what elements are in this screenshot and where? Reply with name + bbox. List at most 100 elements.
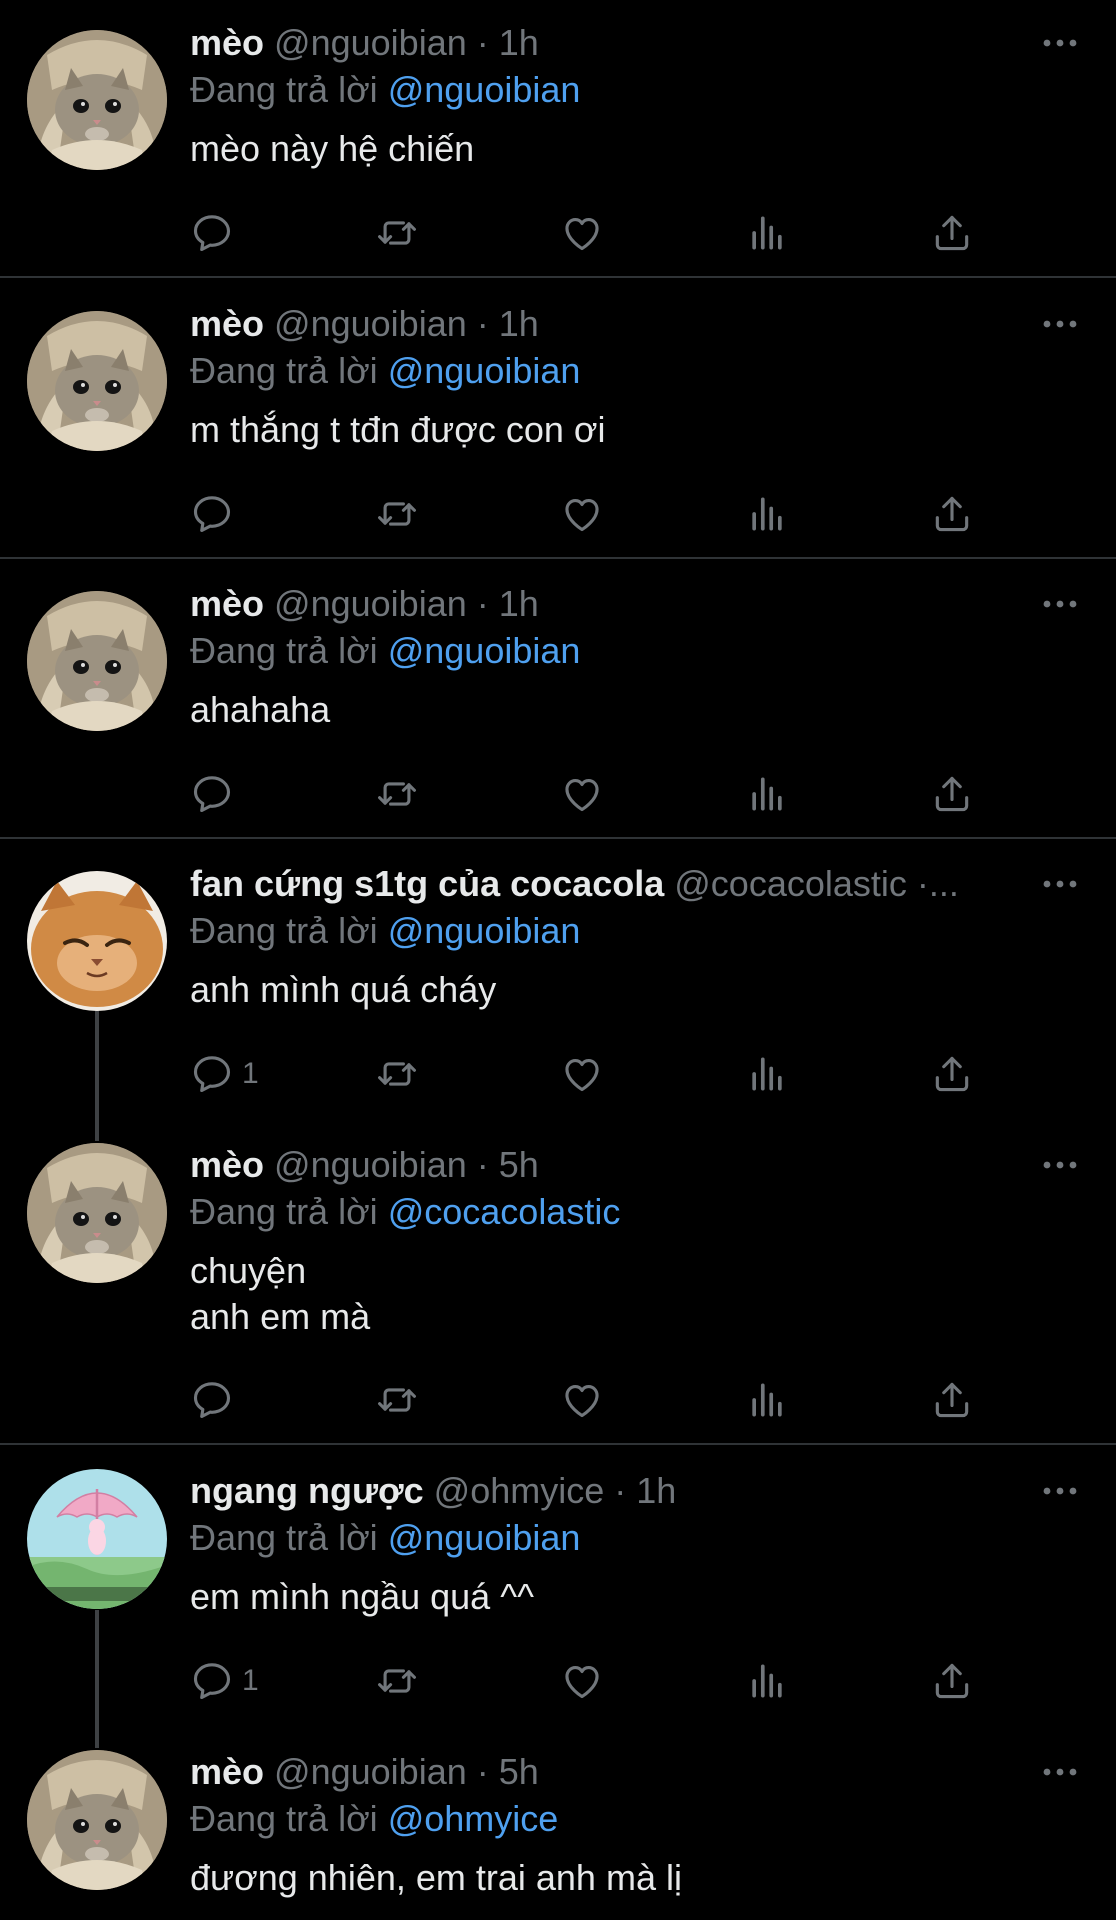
replying-to-label: Đang trả lời: [190, 910, 378, 951]
tweet[interactable]: mèo @nguoibian · 5h Đang trả lời @cocaco…: [0, 1140, 1116, 1440]
reply-button[interactable]: [190, 764, 242, 824]
like-icon: [560, 1378, 604, 1422]
mention-link[interactable]: @nguoibian: [388, 69, 581, 110]
avatar[interactable]: [27, 1143, 167, 1283]
like-button[interactable]: [560, 484, 604, 544]
retweet-button[interactable]: [375, 1651, 419, 1711]
handle[interactable]: @nguoibian: [274, 22, 467, 63]
divider: [0, 276, 1116, 278]
reply-button[interactable]: 1: [190, 1651, 259, 1711]
share-button[interactable]: [930, 1044, 974, 1104]
like-button[interactable]: [560, 1651, 604, 1711]
more-icon[interactable]: [1042, 28, 1078, 58]
tweet-header: ngang ngược @ohmyice · 1h: [190, 1466, 1026, 1516]
tweet-text: m thắng t tđn được con ơi: [190, 407, 1056, 453]
reply-button[interactable]: 1: [190, 1044, 259, 1104]
avatar[interactable]: [27, 591, 167, 731]
tweet-text-line: mèo này hệ chiến: [190, 128, 475, 169]
handle[interactable]: @ohmyice: [434, 1470, 605, 1511]
display-name[interactable]: fan cứng s1tg của cocacola: [190, 863, 664, 904]
tweet[interactable]: mèo @nguoibian · 1h Đang trả lời @nguoib…: [0, 579, 1116, 841]
mention-link[interactable]: @nguoibian: [388, 910, 581, 951]
more-icon[interactable]: [1042, 309, 1078, 339]
timestamp[interactable]: 1h: [499, 303, 539, 344]
replying-to: Đang trả lời @nguoibian: [190, 626, 580, 676]
avatar[interactable]: [27, 311, 167, 451]
avatar[interactable]: [27, 1469, 167, 1609]
action-bar: [190, 203, 1116, 263]
mention-link[interactable]: @nguoibian: [388, 350, 581, 391]
tweet-text-line: anh em mà: [190, 1296, 371, 1337]
tweet[interactable]: mèo @nguoibian · 1h Đang trả lời @nguoib…: [0, 18, 1116, 280]
handle[interactable]: @nguoibian: [274, 303, 467, 344]
tweet[interactable]: mèo @nguoibian · 1h Đang trả lời @nguoib…: [0, 299, 1116, 561]
display-name[interactable]: mèo: [190, 1751, 264, 1792]
display-name[interactable]: mèo: [190, 583, 264, 624]
more-icon[interactable]: [1042, 1476, 1078, 1506]
timestamp[interactable]: 1h: [499, 583, 539, 624]
tweet-header: mèo @nguoibian · 1h: [190, 18, 1026, 68]
mention-link[interactable]: @ohmyice: [388, 1798, 559, 1839]
views-button[interactable]: [745, 203, 789, 263]
retweet-button[interactable]: [375, 203, 419, 263]
share-button[interactable]: [930, 484, 974, 544]
views-button[interactable]: [745, 484, 789, 544]
like-button[interactable]: [560, 764, 604, 824]
views-button[interactable]: [745, 1370, 789, 1430]
tweet-text: mèo này hệ chiến: [190, 126, 1056, 172]
mention-link[interactable]: @nguoibian: [388, 630, 581, 671]
retweet-button[interactable]: [375, 484, 419, 544]
handle[interactable]: @nguoibian: [274, 1144, 467, 1185]
views-button[interactable]: [745, 764, 789, 824]
share-button[interactable]: [930, 1370, 974, 1430]
more-icon[interactable]: [1042, 869, 1078, 899]
display-name[interactable]: mèo: [190, 303, 264, 344]
tweet[interactable]: mèo @nguoibian · 5h Đang trả lời @ohmyic…: [0, 1747, 1116, 1920]
replying-to-label: Đang trả lời: [190, 350, 378, 391]
replying-to-label: Đang trả lời: [190, 1798, 378, 1839]
avatar[interactable]: [27, 30, 167, 170]
display-name[interactable]: mèo: [190, 22, 264, 63]
divider: [0, 837, 1116, 839]
views-button[interactable]: [745, 1044, 789, 1104]
reply-button[interactable]: [190, 1370, 242, 1430]
reply-button[interactable]: [190, 484, 242, 544]
mention-link[interactable]: @cocacolastic: [388, 1191, 621, 1232]
timestamp[interactable]: 1h: [499, 22, 539, 63]
tweet[interactable]: ngang ngược @ohmyice · 1h Đang trả lời @…: [0, 1466, 1116, 1746]
handle[interactable]: @nguoibian: [274, 1751, 467, 1792]
timestamp[interactable]: 5h: [499, 1144, 539, 1185]
timestamp[interactable]: 5h: [499, 1751, 539, 1792]
more-icon[interactable]: [1042, 589, 1078, 619]
separator: ·: [466, 583, 499, 624]
share-button[interactable]: [930, 764, 974, 824]
more-icon[interactable]: [1042, 1757, 1078, 1787]
timestamp[interactable]: ...: [929, 863, 959, 904]
tweet-text-line: em mình ngầu quá ^^: [190, 1576, 534, 1617]
like-button[interactable]: [560, 203, 604, 263]
handle[interactable]: @cocacolastic: [674, 863, 907, 904]
like-button[interactable]: [560, 1044, 604, 1104]
display-name[interactable]: ngang ngược: [190, 1470, 424, 1511]
retweet-button[interactable]: [375, 1370, 419, 1430]
avatar[interactable]: [27, 871, 167, 1011]
retweet-button[interactable]: [375, 1044, 419, 1104]
reply-button[interactable]: [190, 203, 242, 263]
mention-link[interactable]: @nguoibian: [388, 1517, 581, 1558]
share-button[interactable]: [930, 203, 974, 263]
avatar[interactable]: [27, 1750, 167, 1890]
more-icon[interactable]: [1042, 1150, 1078, 1180]
tweet-text-line: chuyện: [190, 1250, 307, 1291]
separator: ·: [466, 1144, 499, 1185]
tweet-text-line: ahahaha: [190, 689, 331, 730]
share-button[interactable]: [930, 1651, 974, 1711]
display-name[interactable]: mèo: [190, 1144, 264, 1185]
handle[interactable]: @nguoibian: [274, 583, 467, 624]
share-icon: [930, 492, 974, 536]
retweet-button[interactable]: [375, 764, 419, 824]
views-button[interactable]: [745, 1651, 789, 1711]
like-button[interactable]: [560, 1370, 604, 1430]
divider: [0, 1443, 1116, 1445]
tweet[interactable]: fan cứng s1tg của cocacola @cocacolastic…: [0, 859, 1116, 1139]
timestamp[interactable]: 1h: [636, 1470, 676, 1511]
